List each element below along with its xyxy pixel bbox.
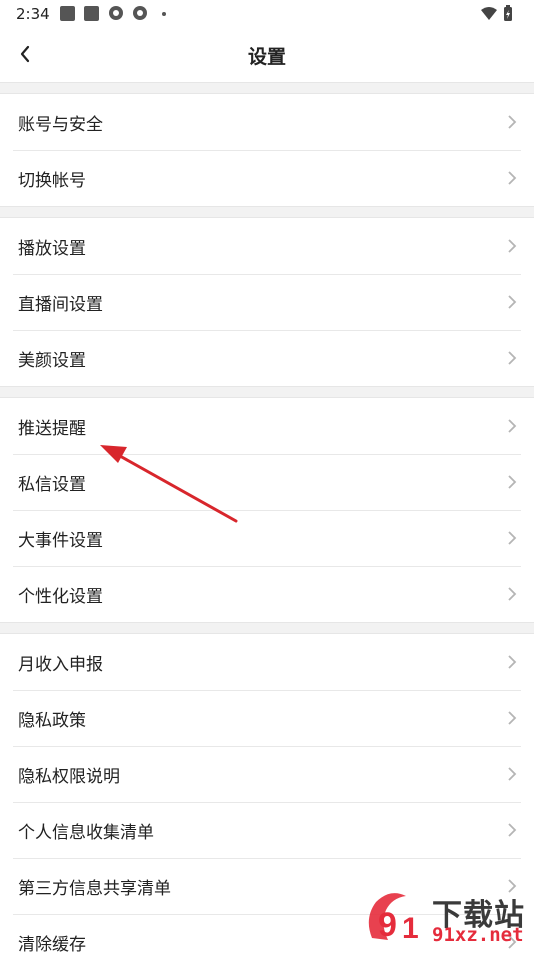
setting-item-label: 账号与安全 bbox=[18, 115, 103, 135]
setting-item-monthly-income[interactable]: 月收入申报 bbox=[0, 634, 534, 690]
watermark: 9 1 下载站 91xz.net bbox=[362, 888, 534, 950]
setting-item-label: 美颜设置 bbox=[18, 351, 86, 371]
app-header: 设置 bbox=[0, 28, 534, 82]
notification-icon bbox=[84, 6, 99, 21]
setting-item-label: 大事件设置 bbox=[18, 531, 103, 551]
chevron-right-icon bbox=[508, 419, 517, 433]
status-right-icons bbox=[480, 5, 520, 27]
watermark-logo-icon: 9 1 bbox=[368, 893, 419, 945]
settings-list: 账号与安全 切换帐号 播放设置 直播间设置 美颜设置 推送提醒 私信设置 大事件… bbox=[0, 82, 534, 970]
setting-item-push-notifications[interactable]: 推送提醒 bbox=[0, 398, 534, 454]
section-divider bbox=[0, 622, 534, 634]
setting-item-label: 私信设置 bbox=[18, 475, 86, 495]
setting-item-live-room[interactable]: 直播间设置 bbox=[0, 274, 534, 330]
chevron-right-icon bbox=[508, 239, 517, 253]
chevron-right-icon bbox=[508, 351, 517, 365]
status-bar: 2:34 bbox=[0, 0, 534, 28]
notification-icon bbox=[60, 6, 75, 21]
page-title: 设置 bbox=[247, 46, 286, 68]
setting-item-privacy-policy[interactable]: 隐私政策 bbox=[0, 690, 534, 746]
setting-item-label: 切换帐号 bbox=[18, 171, 86, 191]
setting-item-label: 月收入申报 bbox=[18, 655, 103, 675]
chevron-right-icon bbox=[508, 115, 517, 129]
section-divider bbox=[0, 82, 534, 94]
setting-item-label: 播放设置 bbox=[18, 239, 86, 259]
setting-item-switch-account[interactable]: 切换帐号 bbox=[0, 150, 534, 206]
chevron-right-icon bbox=[508, 711, 517, 725]
setting-item-label: 隐私政策 bbox=[18, 711, 86, 731]
settings-group-notifications: 推送提醒 私信设置 大事件设置 个性化设置 bbox=[0, 398, 534, 622]
chevron-right-icon bbox=[508, 767, 517, 781]
setting-item-label: 第三方信息共享清单 bbox=[18, 879, 171, 899]
setting-item-beauty[interactable]: 美颜设置 bbox=[0, 330, 534, 386]
chevron-right-icon bbox=[508, 823, 517, 837]
setting-item-label: 直播间设置 bbox=[18, 295, 103, 315]
wifi-icon bbox=[481, 5, 512, 21]
app-notification-icon bbox=[109, 6, 123, 20]
setting-item-personalization[interactable]: 个性化设置 bbox=[0, 566, 534, 622]
chevron-right-icon bbox=[508, 587, 517, 601]
section-divider bbox=[0, 206, 534, 218]
svg-text:1: 1 bbox=[402, 912, 419, 945]
chevron-right-icon bbox=[508, 475, 517, 489]
chevron-right-icon bbox=[508, 295, 517, 309]
setting-item-permission-notes[interactable]: 隐私权限说明 bbox=[0, 746, 534, 802]
setting-item-label: 个性化设置 bbox=[18, 587, 103, 607]
chevron-right-icon bbox=[508, 531, 517, 545]
setting-item-account-security[interactable]: 账号与安全 bbox=[0, 94, 534, 150]
status-time: 2:34 bbox=[16, 5, 50, 23]
chevron-right-icon bbox=[508, 171, 517, 185]
settings-group-playback: 播放设置 直播间设置 美颜设置 bbox=[0, 218, 534, 386]
section-divider bbox=[0, 386, 534, 398]
setting-item-label: 隐私权限说明 bbox=[18, 767, 120, 787]
setting-item-major-events[interactable]: 大事件设置 bbox=[0, 510, 534, 566]
setting-item-private-message[interactable]: 私信设置 bbox=[0, 454, 534, 510]
app-notification-icon bbox=[133, 6, 147, 20]
setting-item-label: 个人信息收集清单 bbox=[18, 823, 154, 843]
setting-item-personal-info-list[interactable]: 个人信息收集清单 bbox=[0, 802, 534, 858]
setting-item-label: 推送提醒 bbox=[18, 419, 86, 439]
setting-item-playback[interactable]: 播放设置 bbox=[0, 218, 534, 274]
chevron-right-icon bbox=[508, 655, 517, 669]
settings-group-account: 账号与安全 切换帐号 bbox=[0, 94, 534, 206]
watermark-domain: 91xz.net bbox=[432, 924, 524, 946]
setting-item-label: 清除缓存 bbox=[18, 935, 86, 955]
more-notifications-icon bbox=[162, 12, 166, 16]
svg-text:9: 9 bbox=[378, 906, 397, 944]
